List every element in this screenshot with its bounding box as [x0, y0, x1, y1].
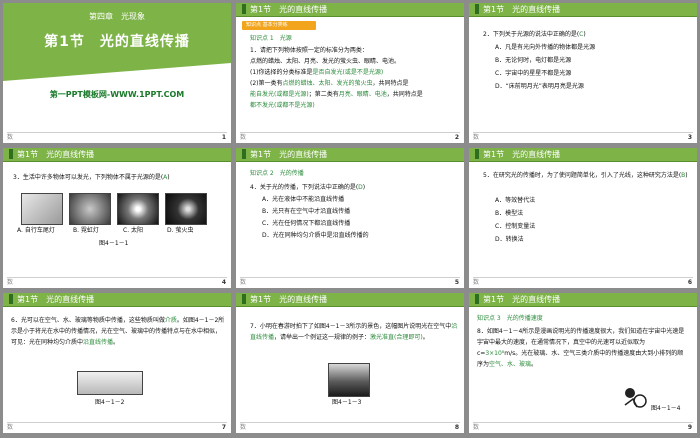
footer-logo: 数: [7, 424, 14, 431]
slide-header-title: 第1节 光的直线传播: [250, 150, 328, 159]
image-caption-d: D. 萤火虫: [167, 227, 194, 234]
question-text: 6．光可以在空气、水、玻璃等物质中传播，这些物质叫做介质。如图4－1－2所示是小…: [11, 317, 225, 346]
slide-header-title: 第1节 光的直线传播: [483, 5, 561, 14]
slide-header-title: 第1节 光的直线传播: [17, 150, 95, 159]
answer-blank: 能自发光(或都是光源): [250, 91, 309, 98]
slide-thumbnail-9[interactable]: 第1节 光的直线传播 知识点 3 光的传播速度 8．如图4－1－4所示是漫画说明…: [469, 293, 697, 433]
option-d: D．转换法: [495, 236, 524, 243]
slide-header-title: 第1节 光的直线传播: [250, 5, 328, 14]
option-c: C．控制变量法: [495, 223, 536, 230]
knowledge-point: 知识点 3 光的传播速度: [477, 315, 543, 322]
question-text: 3．生活中许多物体可以发光，下列物体不属于光源的是(A): [13, 174, 170, 181]
slide-number: 1: [221, 134, 226, 141]
answer-blank: 点燃的蜡烛、太阳、发光的萤火虫: [282, 80, 373, 87]
footer-logo: 数: [240, 134, 247, 141]
footer-logo: 数: [240, 424, 247, 431]
knowledge-point: 知识点 2 光的传播: [250, 170, 304, 177]
option-a: A．凡是有光向外传播的物体都是光源: [495, 44, 596, 51]
slide-thumbnail-4[interactable]: 第1节 光的直线传播 3．生活中许多物体可以发光，下列物体不属于光源的是(A) …: [3, 148, 231, 288]
answer-blank: 介质: [164, 317, 177, 324]
image-caption-c: C. 太阳: [123, 227, 144, 234]
question-text: 7．小明在春游时拍下了如图4－1－3所示的景色，这幅图片说明光在空气中沿直线传播…: [250, 323, 458, 341]
image-caption-b: B. 霓虹灯: [73, 227, 99, 234]
slide-thumbnail-7[interactable]: 第1节 光的直线传播 6．光可以在空气、水、玻璃等物质中传播，这些物质叫做介质。…: [3, 293, 231, 433]
answer-blank: 激光准直(合理即可): [370, 334, 423, 341]
knowledge-point: 知识点 1 光源: [250, 35, 292, 42]
option-d: D．“床前明月光”表明月亮是光源: [495, 83, 584, 90]
image-caption-a: A. 自行车尾灯: [17, 227, 55, 234]
question-text: 2．下列关于光源的说法中正确的是(C): [483, 31, 586, 38]
category-badge: 知识点 基本分类练: [242, 21, 316, 30]
footer-logo: 数: [473, 424, 480, 431]
footer-logo: 数: [7, 279, 14, 286]
slide-number: 2: [454, 134, 459, 141]
answer-blank: 月亮、眼睛、电池: [338, 91, 387, 98]
answer-blank: 是否自发光(或是不是光源): [312, 69, 384, 76]
bike-taillight-photo: [21, 193, 63, 225]
option-b: B．无论何时，电灯都是光源: [495, 57, 572, 64]
footer-logo: 数: [240, 279, 247, 286]
question-text: 8．如图4－1－4所示是漫画说明光的传播速度很大，我们知道在宇宙中光速是宇宙中最…: [477, 328, 685, 368]
cartoon-light-runner-icon: [621, 385, 649, 409]
question-text: 1．请把下列物体按照一定的标准分为两类： 点燃的蜡烛、太阳、月亮、发光的萤火虫、…: [250, 47, 423, 109]
slide-number: 6: [687, 279, 692, 286]
figure-caption: 图4－1－3: [332, 399, 362, 406]
banner-wedge: [3, 63, 231, 81]
slide-thumbnail-6[interactable]: 第1节 光的直线传播 5．在研究光的传播时，为了使问题简单化，引入了光线，这种研…: [469, 148, 697, 288]
answer-blank: 沿直线传播: [83, 339, 114, 346]
neon-light-photo: [69, 193, 111, 225]
option-c: C．宇宙中的星星不都是光源: [495, 70, 572, 77]
section-title: 第1节 光的直线传播: [44, 34, 190, 50]
slide-header-title: 第1节 光的直线传播: [483, 295, 561, 304]
slide-header-title: 第1节 光的直线传播: [17, 295, 95, 304]
slide-thumbnail-5[interactable]: 第1节 光的直线传播 知识点 2 光的传播 4．关于光的传播，下列说法中正确的是…: [236, 148, 464, 288]
slide-number: 9: [687, 424, 692, 431]
option-a: A．光在液体中不能沿直线传播: [262, 196, 345, 203]
forest-sunlight-photo: [328, 363, 370, 397]
figure-caption: 图4－1－1: [99, 240, 129, 247]
answer-blank: 都不发光(或都不是光源): [250, 102, 315, 109]
figure-caption: 图4－1－2: [95, 399, 125, 406]
option-a: A．等效替代法: [495, 197, 536, 204]
slide-thumbnail-3[interactable]: 第1节 光的直线传播 2．下列关于光源的说法中正确的是(C) A．凡是有光向外传…: [469, 3, 697, 143]
sun-photo: [117, 193, 159, 225]
option-b: B．光只有在空气中才沿直线传播: [262, 208, 351, 215]
firefly-photo: [165, 193, 207, 225]
slide-number: 8: [454, 424, 459, 431]
footer-logo: 数: [473, 134, 480, 141]
answer-blank: 空气、水、玻璃: [489, 361, 532, 368]
answer-blank: 3×10⁸: [485, 350, 505, 357]
slide-header-title: 第1节 光的直线传播: [250, 295, 328, 304]
slide-number: 5: [454, 279, 459, 286]
light-in-water-photo: [77, 371, 143, 395]
footer-logo: 数: [473, 279, 480, 286]
footer-logo: 数: [7, 134, 14, 141]
question-text: 4．关于光的传播，下列说法中正确的是(D): [250, 184, 366, 191]
chapter-title: 第四章 光现象: [89, 12, 145, 21]
slide-number: 4: [221, 279, 226, 286]
option-c: C．光在任何情况下都沿直线传播: [262, 220, 351, 227]
site-watermark: 第一PPT模板网-WWW.1PPT.COM: [49, 90, 185, 99]
slide-header-title: 第1节 光的直线传播: [483, 150, 561, 159]
slide-number: 7: [221, 424, 226, 431]
option-d: D．光在同种均匀介质中是沿直线传播的: [262, 232, 369, 239]
slide-number: 3: [687, 134, 692, 141]
figure-caption: 图4－1－4: [651, 405, 681, 412]
question-text: 5．在研究光的传播时，为了使问题简单化，引入了光线，这种研究方法是(B): [483, 172, 688, 179]
option-b: B．模型法: [495, 210, 524, 217]
slide-thumbnail-1[interactable]: 第四章 光现象 第1节 光的直线传播 第一PPT模板网-WWW.1PPT.COM…: [3, 3, 231, 143]
slide-thumbnail-8[interactable]: 第1节 光的直线传播 7．小明在春游时拍下了如图4－1－3所示的景色，这幅图片说…: [236, 293, 464, 433]
slide-thumbnail-2[interactable]: 第1节 光的直线传播 知识点 基本分类练 知识点 1 光源 1．请把下列物体按照…: [236, 3, 464, 143]
